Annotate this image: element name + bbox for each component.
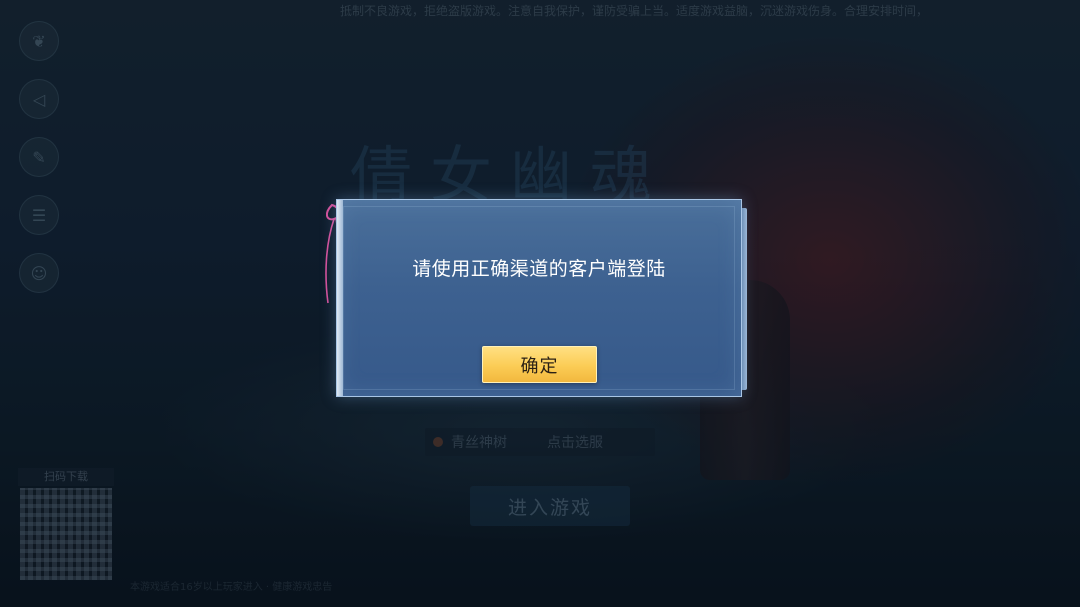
dialog-spine [337,200,343,396]
dialog-message: 请使用正确渠道的客户端登陆 [412,258,666,280]
dialog-page-edge [742,208,747,390]
confirm-button[interactable]: 确定 [482,346,597,383]
alert-dialog: 请使用正确渠道的客户端登陆 确定 [336,199,747,397]
